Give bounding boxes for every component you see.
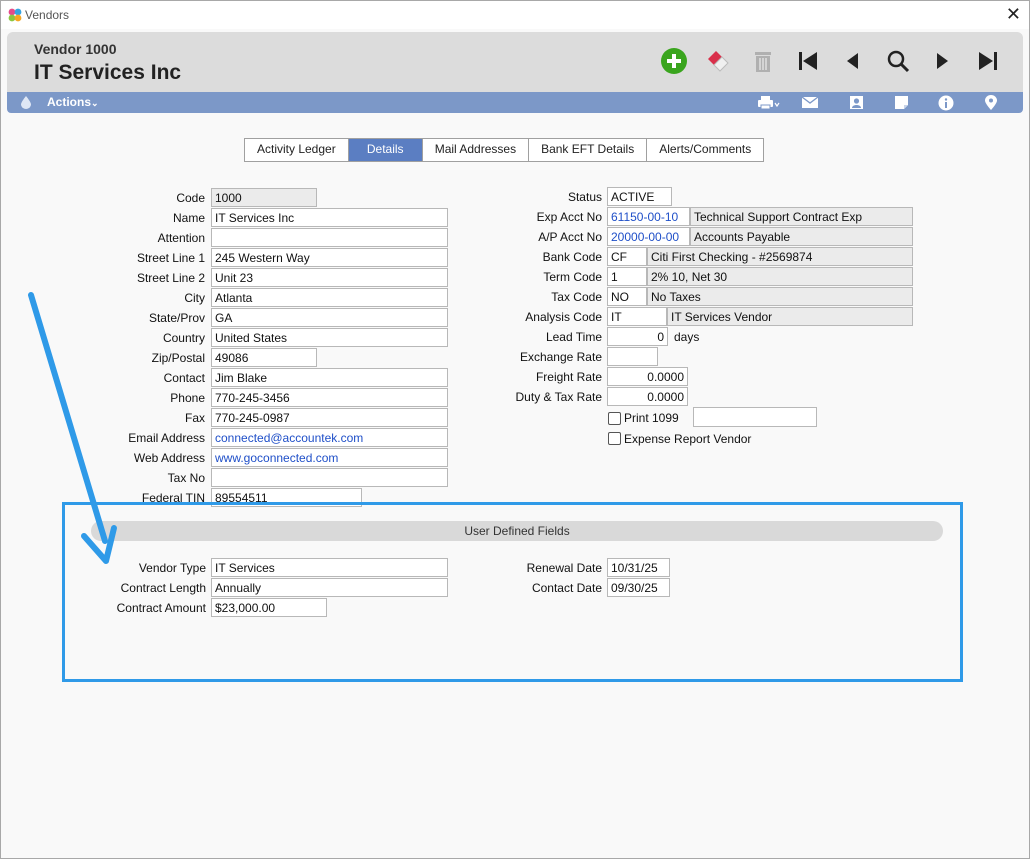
vendors-window: Vendors ✕ Vendor 1000 IT Services Inc Ac…	[0, 0, 1030, 859]
annotation-arrow	[28, 292, 117, 564]
